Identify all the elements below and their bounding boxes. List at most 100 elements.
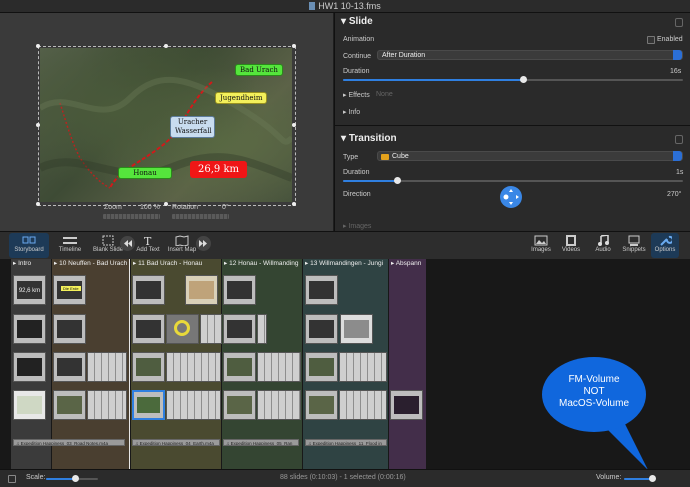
audio-button[interactable]: Audio — [590, 233, 616, 258]
thumb-content — [309, 396, 334, 414]
resize-handle-br[interactable] — [292, 202, 296, 206]
ring-shape — [174, 320, 190, 336]
label-jugendheim[interactable]: Jugendheim — [215, 92, 268, 104]
add-text-button[interactable]: T Add Text — [131, 233, 165, 258]
resize-handle-t[interactable] — [164, 44, 168, 48]
rotation-label: Rotation — [172, 204, 199, 211]
resize-handle-l[interactable] — [36, 123, 40, 127]
images-button[interactable]: Images — [528, 233, 554, 258]
slide-stack[interactable] — [257, 314, 267, 344]
slide-thumbnail[interactable] — [53, 390, 86, 420]
audio-track[interactable]: ♫ Expedition Happiness_11_Flood in — [305, 439, 387, 446]
info-row[interactable]: ▸ Info — [343, 108, 360, 116]
timeline-button[interactable]: Timeline — [53, 233, 87, 258]
lock-icon[interactable] — [675, 18, 683, 27]
transition-duration-slider[interactable] — [343, 177, 683, 184]
images-label: Images — [531, 247, 551, 253]
slide-stack[interactable] — [339, 390, 387, 420]
slide-thumbnail[interactable] — [305, 275, 338, 305]
volume-knob[interactable] — [648, 475, 656, 482]
slide-stack[interactable] — [200, 314, 222, 344]
videos-button[interactable]: Videos — [558, 233, 584, 258]
slide-thumbnail[interactable] — [53, 352, 86, 382]
rotation-value: 0° — [222, 204, 229, 211]
slide-thumbnail[interactable] — [223, 314, 256, 344]
slide-thumbnail[interactable] — [223, 352, 256, 382]
slide-thumbnail[interactable]: 92,6 km — [13, 275, 46, 305]
next-slide-button[interactable] — [196, 236, 211, 251]
thumb-content — [227, 358, 252, 376]
slide-stack[interactable] — [166, 352, 221, 382]
chapter-title-text: 12 Honau - Willmanding — [229, 260, 299, 267]
resize-handle-bl[interactable] — [36, 202, 40, 206]
enabled-checkbox[interactable] — [647, 36, 655, 44]
scale-slider[interactable] — [46, 475, 98, 482]
slide-thumbnail[interactable]: Die Erde — [53, 275, 86, 305]
playhead[interactable] — [129, 259, 130, 469]
scale-knob[interactable] — [71, 475, 79, 482]
volume-slider[interactable] — [624, 475, 656, 482]
insert-map-button[interactable]: Insert Map — [165, 233, 199, 258]
slide-thumbnail[interactable] — [132, 314, 165, 344]
resize-handle-r[interactable] — [292, 123, 296, 127]
lock-icon[interactable] — [675, 135, 683, 144]
slide-thumbnail[interactable] — [53, 314, 86, 344]
slide-stack[interactable] — [87, 352, 127, 382]
audio-track[interactable]: ♫ Expedition Happiness_03_Road Notes.m4a — [13, 439, 125, 446]
resize-handle-b[interactable] — [164, 202, 168, 206]
effects-row[interactable]: ▸ Effects — [343, 91, 370, 99]
transition-duration-knob[interactable] — [394, 177, 402, 184]
label-honau[interactable]: Honau — [118, 167, 172, 179]
annotation-bubble: FM-Volume NOT MacOS-Volume — [542, 357, 646, 432]
slide-thumbnail[interactable] — [340, 314, 373, 344]
label-uracher-wasserfall[interactable]: Uracher Wasserfall — [170, 116, 215, 138]
panel-toggle-icon[interactable] — [8, 475, 16, 483]
continue-select[interactable]: After Duration — [377, 50, 683, 60]
slide-duration-slider[interactable] — [343, 76, 683, 83]
slide-duration-knob[interactable] — [520, 76, 528, 83]
options-button[interactable]: Options — [651, 233, 679, 258]
audio-track[interactable]: ♫ Expedition Happiness_04_Earth.m4a — [132, 439, 220, 446]
slide-section-heading[interactable]: ▾ Slide — [341, 16, 373, 27]
slide-thumbnail[interactable] — [13, 352, 46, 382]
resize-handle-tl[interactable] — [36, 44, 40, 48]
slide-thumbnail[interactable] — [305, 314, 338, 344]
slide-thumbnail[interactable] — [223, 275, 256, 305]
slide-thumbnail[interactable] — [13, 390, 46, 420]
slide-thumbnail[interactable] — [223, 390, 256, 420]
slide-thumbnail[interactable] — [166, 314, 199, 344]
timeline-label: Timeline — [58, 247, 82, 253]
transition-type-value: Cube — [392, 153, 409, 160]
slide-thumbnail[interactable] — [185, 275, 218, 305]
direction-dial[interactable] — [500, 186, 522, 208]
transition-section-heading[interactable]: ▾ Transition — [341, 133, 397, 144]
storyboard-button[interactable]: Storyboard — [9, 233, 49, 258]
transition-type-select[interactable]: Cube — [377, 151, 683, 161]
slide-stack[interactable] — [166, 390, 221, 420]
direction-label: Direction — [343, 191, 371, 198]
slide-duration-value: 16s — [670, 68, 682, 75]
snippets-button[interactable]: Snippets — [620, 233, 648, 258]
slide-thumbnail[interactable] — [390, 390, 423, 420]
chapter-title-text: 10 Neuffen - Bad Urach — [59, 260, 128, 267]
images-row[interactable]: ▸ Images — [343, 222, 371, 230]
resize-handle-tr[interactable] — [292, 44, 296, 48]
slide-thumbnail[interactable] — [305, 352, 338, 382]
slide-thumbnail[interactable] — [305, 390, 338, 420]
slide-stack[interactable] — [257, 352, 301, 382]
thumb-content — [17, 358, 42, 376]
audio-track[interactable]: ♫ Expedition Happiness_05_Ran — [223, 439, 299, 446]
label-distance[interactable]: 26,9 km — [190, 161, 247, 178]
slide-stack[interactable] — [87, 390, 127, 420]
slide-stack[interactable] — [257, 390, 301, 420]
rotation-slider[interactable] — [172, 214, 229, 219]
thumb-content — [17, 320, 42, 338]
chapter-abspann[interactable]: ▸ Abspann — [389, 259, 426, 469]
zoom-slider[interactable] — [103, 214, 160, 219]
label-bad-urach[interactable]: Bad Urach — [235, 64, 283, 76]
slide-thumbnail[interactable] — [132, 352, 165, 382]
slide-thumbnail[interactable] — [13, 314, 46, 344]
slide-thumbnail-selected[interactable] — [132, 390, 165, 420]
slide-stack[interactable] — [339, 352, 387, 382]
slide-thumbnail[interactable] — [132, 275, 165, 305]
